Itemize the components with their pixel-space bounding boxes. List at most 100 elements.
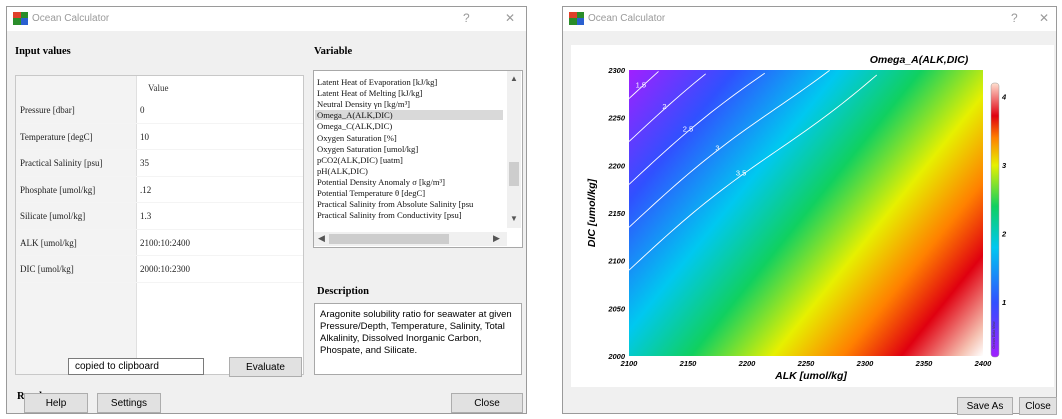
ocean-calculator-window: Ocean Calculator ? ✕ Input values Value … xyxy=(6,6,527,414)
variable-item[interactable]: Oxygen Saturation [%] xyxy=(317,133,397,143)
y-tick-label: 2250 xyxy=(607,114,626,123)
input-name: Temperature [degC] xyxy=(20,131,93,142)
colorbar-label: Ocean Data View xyxy=(992,321,996,349)
colorbar-tick-label: 3 xyxy=(1002,161,1007,170)
scroll-down-icon[interactable]: ▼ xyxy=(510,214,518,223)
save-as-button[interactable]: Save As xyxy=(957,397,1013,415)
close-title-button[interactable]: ✕ xyxy=(505,11,515,25)
input-name: ALK [umol/kg] xyxy=(20,237,77,248)
input-row: ALK [umol/kg] 2100:10:2400 xyxy=(16,229,303,256)
vertical-scrollbar[interactable]: ▲ ▼ xyxy=(507,71,521,228)
evaluate-button[interactable]: Evaluate xyxy=(229,357,302,377)
input-name: Phosphate [umol/kg] xyxy=(20,184,96,195)
variable-item[interactable]: Potential Density Anomaly σ [kg/m³] xyxy=(317,177,445,187)
scroll-up-icon[interactable]: ▲ xyxy=(510,74,518,83)
variable-item[interactable]: Latent Heat of Melting [kJ/kg] xyxy=(317,88,422,98)
input-values-table: Value Pressure [dbar] 0 Temperature [degC]… xyxy=(15,75,304,375)
help-button[interactable]: Help xyxy=(24,393,88,413)
x-axis-label: ALK [umol/kg] xyxy=(774,370,847,382)
title-bar: Ocean Calculator ? ✕ xyxy=(7,7,526,31)
input-values-label: Input values xyxy=(15,46,71,57)
result-field[interactable]: copied to clipboard xyxy=(68,358,204,375)
scrollbar-thumb[interactable] xyxy=(509,162,519,186)
colorbar-ticks: 1 2 3 4 xyxy=(1001,93,1007,308)
y-tick-label: 2200 xyxy=(607,161,626,170)
colorbar-tick-label: 4 xyxy=(1001,93,1007,102)
save-as-button-label: Save As xyxy=(966,401,1004,412)
plot-window: Ocean Calculator ? ✕ 1.5 2 2.5 3 3.5 210… xyxy=(562,6,1057,415)
input-row: Phosphate [umol/kg] .12 xyxy=(16,176,303,203)
description-text: Aragonite solubility ratio for seawater … xyxy=(320,309,512,356)
description-label: Description xyxy=(317,286,369,297)
input-value-cell[interactable]: .12 xyxy=(140,185,151,195)
x-tick-label: 2200 xyxy=(738,359,757,368)
plot-title-bar: Ocean Calculator ? ✕ xyxy=(563,7,1056,31)
input-name: DIC [umol/kg] xyxy=(20,264,74,274)
input-value-cell[interactable]: 10 xyxy=(140,132,149,142)
y-tick-label: 2050 xyxy=(607,304,626,313)
x-tick-label: 2150 xyxy=(679,359,698,368)
value-column-header: Value xyxy=(148,83,169,93)
input-value-cell[interactable]: 2000:10:2300 xyxy=(140,264,190,274)
x-tick-label: 2400 xyxy=(974,359,993,368)
y-tick-label: 2000 xyxy=(607,352,626,361)
variable-item[interactable]: pH(ALK,DIC) xyxy=(317,166,368,176)
h-scrollbar-thumb[interactable] xyxy=(329,234,449,244)
input-row: Temperature [degC] 10 xyxy=(16,123,303,150)
horizontal-scrollbar[interactable]: ◀ ▶ xyxy=(314,232,507,246)
description-box: Aragonite solubility ratio for seawater … xyxy=(314,303,522,375)
settings-button-label: Settings xyxy=(110,398,148,409)
contour-label: 1.5 xyxy=(636,81,646,90)
help-title-button[interactable]: ? xyxy=(463,11,470,25)
input-value-cell[interactable]: 2100:10:2400 xyxy=(140,238,190,248)
variable-item[interactable]: pCO2(ALK,DIC) [uatm] xyxy=(317,155,403,165)
close-button[interactable]: Close xyxy=(451,393,523,413)
evaluate-button-label: Evaluate xyxy=(246,362,285,373)
contour-label: 2.5 xyxy=(683,124,693,133)
y-tick-label: 2300 xyxy=(607,66,626,75)
variable-item[interactable]: Potential Temperature θ [degC] xyxy=(317,188,425,198)
input-value-cell[interactable]: 0 xyxy=(140,105,145,115)
plot-canvas: 1.5 2 2.5 3 3.5 2100 2150 2200 2250 2300 2350 2400… xyxy=(571,45,1054,387)
input-value-cell[interactable]: 1.3 xyxy=(140,211,151,221)
variable-item[interactable]: Neutral Density γn [kg/m³] xyxy=(317,99,410,109)
scroll-right-icon[interactable]: ▶ xyxy=(493,233,500,244)
variable-item[interactable]: Omega_A(ALK,DIC) xyxy=(315,110,503,121)
x-axis-ticks: 2100 2150 2200 2250 2300 2350 2400 xyxy=(620,359,993,368)
scroll-left-icon[interactable]: ◀ xyxy=(318,233,325,244)
app-icon xyxy=(569,12,584,25)
settings-button[interactable]: Settings xyxy=(97,393,161,413)
x-tick-label: 2300 xyxy=(856,359,875,368)
x-tick-label: 2350 xyxy=(915,359,934,368)
plot-close-title-button[interactable]: ✕ xyxy=(1039,11,1049,25)
y-axis-ticks: 2000 2050 2100 2150 2200 2250 2300 xyxy=(607,66,626,361)
result-value: copied to clipboard xyxy=(75,361,159,372)
plot-window-title: Ocean Calculator xyxy=(588,13,666,24)
contour-label: 3 xyxy=(715,143,719,152)
variable-item[interactable]: Latent Heat of Evaporation [kJ/kg] xyxy=(317,77,437,87)
input-row: Pressure [dbar] 0 xyxy=(16,96,303,124)
variable-item[interactable]: Practical Salinity from Conductivity [ps… xyxy=(317,210,462,220)
contour-label: 2 xyxy=(662,102,666,111)
variable-item[interactable]: Practical Salinity from Absolute Salinit… xyxy=(317,199,473,209)
variable-list[interactable]: Latent Heat of Evaporation [kJ/kg] Latent… xyxy=(313,70,523,248)
heatmap-field xyxy=(629,70,983,356)
input-row: Silicate [umol/kg] 1.3 xyxy=(16,202,303,230)
contour-label: 3.5 xyxy=(736,169,746,178)
input-value-cell[interactable]: 35 xyxy=(140,158,149,168)
variable-item[interactable]: Oxygen Saturation [umol/kg] xyxy=(317,144,418,154)
variable-item[interactable]: Omega_C(ALK,DIC) xyxy=(317,121,392,131)
y-tick-label: 2100 xyxy=(607,257,626,266)
colorbar-tick-label: 2 xyxy=(1001,230,1007,239)
input-name: Practical Salinity [psu] xyxy=(20,158,103,168)
plot-help-title-button[interactable]: ? xyxy=(1011,11,1018,25)
window-title: Ocean Calculator xyxy=(32,13,110,24)
input-name: Silicate [umol/kg] xyxy=(20,211,86,221)
colorbar xyxy=(990,82,1000,358)
y-tick-label: 2150 xyxy=(607,209,626,218)
colorbar-tick-label: 1 xyxy=(1002,298,1006,307)
help-button-label: Help xyxy=(45,398,67,409)
plot-close-button-label: Close xyxy=(1025,401,1051,412)
plot-close-button[interactable]: Close xyxy=(1019,397,1057,415)
input-name: Pressure [dbar] xyxy=(20,105,75,115)
